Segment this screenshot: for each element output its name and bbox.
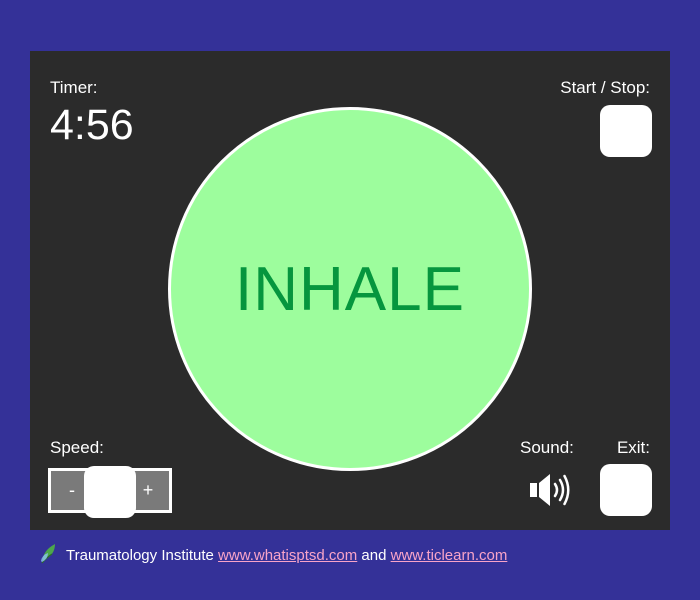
leaf-logo-icon: [40, 542, 58, 564]
start-stop-button[interactable]: [600, 105, 652, 157]
exit-button[interactable]: [600, 464, 652, 516]
breath-circle: INHALE: [168, 107, 532, 471]
sound-label: Sound:: [520, 438, 574, 457]
timer-value: 4:56: [50, 101, 134, 149]
exit-label: Exit:: [616, 438, 650, 457]
speaker-volume-icon[interactable]: [528, 472, 572, 508]
footer-link-whatisptsd[interactable]: www.whatisptsd.com: [218, 547, 357, 564]
speed-label: Speed:: [50, 438, 104, 457]
footer-credits: Traumatology Institute www.whatisptsd.co…: [66, 547, 507, 564]
timer-label: Timer:: [50, 78, 98, 97]
footer-org: Traumatology Institute: [66, 547, 214, 564]
start-stop-label: Start / Stop:: [560, 78, 650, 97]
breath-state-text: INHALE: [235, 254, 465, 324]
speed-slider[interactable]: - +: [48, 466, 172, 518]
breathing-panel: Timer: 4:56 Start / Stop: INHALE Speed: …: [30, 51, 670, 530]
footer-link-ticlearn[interactable]: www.ticlearn.com: [391, 547, 508, 564]
footer-and: and: [361, 547, 387, 564]
speed-slider-handle[interactable]: [84, 466, 136, 518]
